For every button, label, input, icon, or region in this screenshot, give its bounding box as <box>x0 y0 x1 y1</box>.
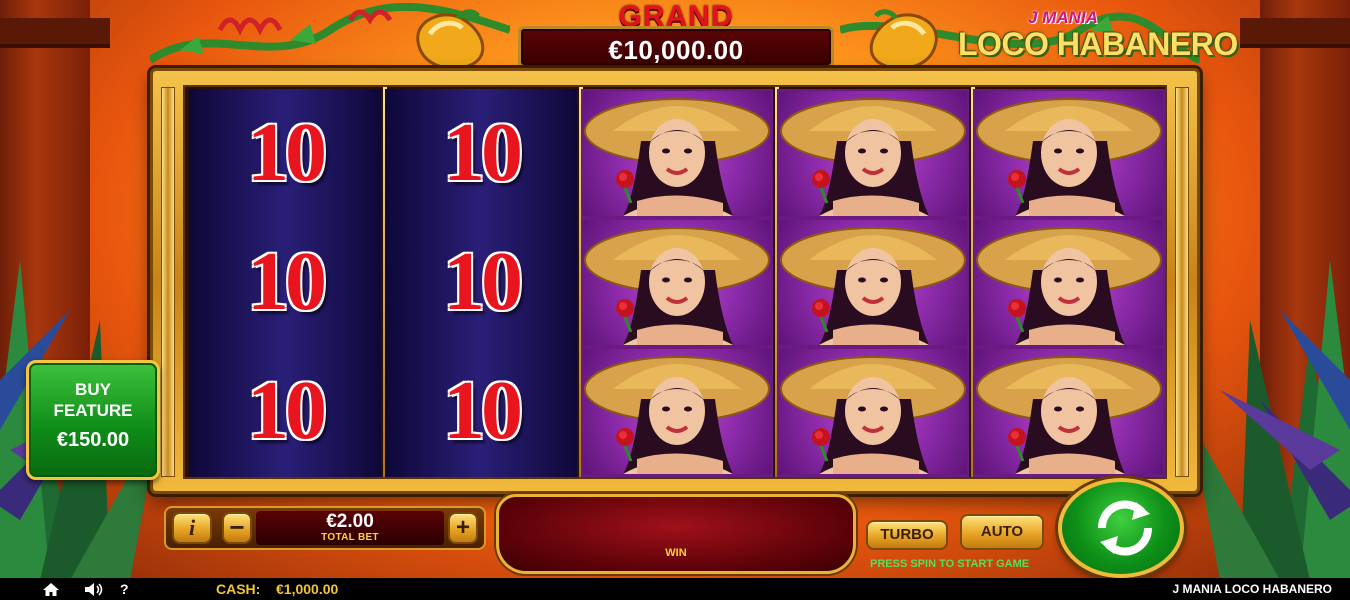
reel-symbol: 10 <box>189 89 381 218</box>
symbol-ten: 10 <box>443 106 523 199</box>
win-display: WIN <box>496 494 856 574</box>
reel-4 <box>777 89 969 477</box>
senorita-portrait-icon <box>583 220 771 345</box>
reel-symbol <box>581 218 773 347</box>
bet-panel: i − €2.00 TOTAL BET + <box>164 506 486 550</box>
cash-label: CASH: <box>216 581 261 597</box>
reel-symbol <box>973 218 1165 347</box>
reel-symbol: 10 <box>385 218 577 347</box>
reel-5 <box>973 89 1165 477</box>
senorita-portrait-icon <box>975 349 1163 474</box>
senorita-portrait-icon <box>779 91 967 216</box>
game-stage: GRAND €10,000.00 J MANIA LOCO HABANERO 1… <box>0 0 1350 600</box>
senorita-portrait-icon <box>583 91 771 216</box>
reel-3 <box>581 89 773 477</box>
senorita-portrait-icon <box>975 220 1163 345</box>
senorita-portrait-icon <box>779 220 967 345</box>
right-golden-pepper-icon <box>869 9 938 70</box>
senorita-portrait-icon <box>975 91 1163 216</box>
logo-name-text: LOCO HABANERO <box>958 26 1238 62</box>
control-bar: i − €2.00 TOTAL BET + WIN TURBO AUTO PRE… <box>150 494 1200 580</box>
win-label: WIN <box>665 547 687 559</box>
buy-feature-button[interactable]: BUY FEATURE €150.00 <box>26 360 160 480</box>
reel-1: 10 10 10 <box>189 89 381 477</box>
total-bet-value: €2.00 <box>326 511 374 532</box>
home-icon[interactable] <box>42 582 60 597</box>
reel-symbol <box>777 347 969 476</box>
speaker-icon[interactable] <box>84 582 104 597</box>
buy-feature-price: €150.00 <box>56 429 130 451</box>
total-bet-label: TOTAL BET <box>321 532 379 543</box>
total-bet-display: €2.00 TOTAL BET <box>256 511 444 545</box>
reel-symbol <box>973 89 1165 218</box>
spin-hint-text: PRESS SPIN TO START GAME <box>870 558 1030 570</box>
right-frame-rail <box>1175 87 1189 477</box>
buy-label-line1: BUY <box>75 380 111 399</box>
reel-2: 10 10 10 <box>385 89 577 477</box>
grand-jackpot: GRAND €10,000.00 <box>518 0 834 70</box>
senorita-portrait-icon <box>583 349 771 474</box>
left-frame-rail <box>161 87 175 477</box>
buy-label-line2: FEATURE <box>53 401 133 420</box>
info-button[interactable]: i <box>172 512 212 544</box>
symbol-ten: 10 <box>247 364 327 457</box>
logo-mania-text: J MANIA <box>1028 8 1098 27</box>
symbol-ten: 10 <box>443 364 523 457</box>
symbol-ten: 10 <box>247 235 327 328</box>
reel-symbol: 10 <box>385 89 577 218</box>
status-bar: ? CASH: €1,000.00 J MANIA LOCO HABANERO <box>0 578 1350 600</box>
spin-arrows-icon <box>1097 500 1153 556</box>
reel-symbol <box>581 89 773 218</box>
jackpot-value: €10,000.00 <box>608 35 744 65</box>
jackpot-box: €10,000.00 <box>518 26 834 68</box>
reel-symbol: 10 <box>189 218 381 347</box>
reel-symbol <box>581 347 773 476</box>
reel-symbol: 10 <box>385 347 577 476</box>
turbo-button[interactable]: TURBO <box>866 520 948 550</box>
game-logo: J MANIA LOCO HABANERO <box>958 8 1238 72</box>
reel-symbol: 10 <box>189 347 381 476</box>
reel-symbol <box>973 347 1165 476</box>
decrease-bet-button[interactable]: − <box>222 512 252 544</box>
senorita-portrait-icon <box>779 349 967 474</box>
reel-frame: 10 10 10 10 10 10 <box>150 68 1200 494</box>
spin-button[interactable] <box>1058 478 1184 578</box>
reel-symbol <box>777 218 969 347</box>
symbol-ten: 10 <box>443 235 523 328</box>
increase-bet-button[interactable]: + <box>448 512 478 544</box>
buy-feature-label: BUY FEATURE <box>29 379 157 421</box>
help-icon[interactable]: ? <box>120 581 129 597</box>
cash-value: €1,000.00 <box>276 581 339 597</box>
autoplay-button[interactable]: AUTO <box>960 514 1044 550</box>
game-title: J MANIA LOCO HABANERO <box>1172 582 1332 596</box>
symbol-ten: 10 <box>247 106 327 199</box>
reel-symbol <box>777 89 969 218</box>
left-golden-pepper-icon <box>416 9 485 70</box>
reel-window: 10 10 10 10 10 10 <box>183 85 1167 479</box>
